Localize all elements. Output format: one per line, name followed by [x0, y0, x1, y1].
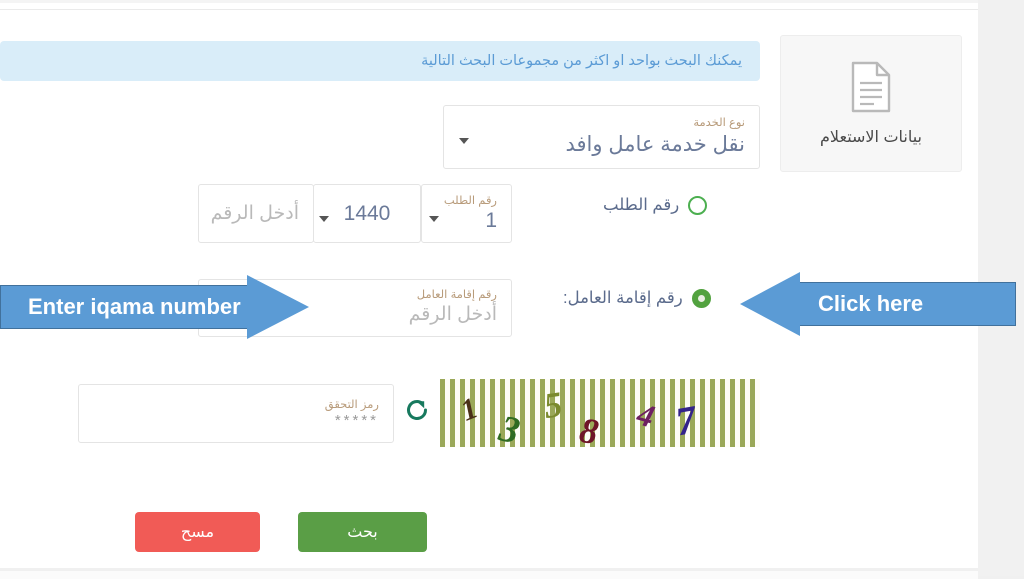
refresh-icon[interactable]	[402, 395, 432, 425]
captcha-digit: 5	[541, 383, 565, 427]
captcha-code-label: رمز التحقق	[324, 398, 379, 411]
captcha-digit: 3	[495, 407, 524, 447]
chevron-down-icon[interactable]	[319, 216, 329, 222]
request-number-sequence-value: 1	[485, 208, 497, 232]
search-hint-text: يمكنك البحث بواحد او اكثر من مجموعات الب…	[421, 53, 742, 69]
clear-button[interactable]: مسح	[135, 512, 260, 552]
captcha-code-input[interactable]: رمز التحقق *****	[78, 384, 394, 443]
chevron-down-icon[interactable]	[459, 138, 469, 144]
inquiry-data-tab-label: بيانات الاستعلام	[820, 128, 922, 146]
document-icon	[850, 61, 892, 113]
request-number-input[interactable]: أدخل الرقم	[198, 184, 314, 243]
captcha-digit: 8	[576, 409, 602, 447]
request-year-select[interactable]: 1440	[313, 184, 421, 243]
request-year-value: 1440	[343, 201, 391, 225]
request-number-input-placeholder: أدخل الرقم	[210, 202, 299, 224]
service-type-select[interactable]: نوع الخدمة نقل خدمة عامل وافد	[443, 105, 760, 169]
request-number-sequence-label: رقم الطلب	[443, 194, 497, 207]
captcha-digit: 4	[633, 395, 659, 435]
annotation-text-enter-iqama: Enter iqama number	[28, 294, 241, 319]
annotation-text-click-here: Click here	[818, 291, 924, 316]
annotation-arrow-click-here: Click here	[740, 272, 1024, 336]
radio-request-number[interactable]: رقم الطلب	[603, 195, 708, 215]
captcha-image: 135847	[440, 379, 760, 447]
search-button[interactable]: بحث	[298, 512, 427, 552]
chevron-down-icon[interactable]	[429, 216, 439, 222]
captcha-digit: 7	[672, 396, 700, 445]
radio-request-number-control[interactable]	[688, 195, 708, 215]
captcha-digit: 1	[456, 391, 483, 428]
radio-iqama-number-label: رقم إقامة العامل:	[563, 289, 683, 307]
radio-iqama-number-control[interactable]	[691, 288, 711, 308]
radio-request-number-label: رقم الطلب	[603, 196, 680, 214]
radio-iqama-number[interactable]: رقم إقامة العامل:	[563, 288, 711, 308]
footer-strip	[0, 571, 978, 579]
captcha-code-placeholder: *****	[334, 411, 379, 429]
inquiry-data-tab[interactable]: بيانات الاستعلام	[780, 35, 962, 172]
request-number-sequence-select[interactable]: رقم الطلب 1	[421, 184, 512, 243]
annotation-arrow-head-right-icon	[247, 275, 309, 339]
annotation-arrow-enter-iqama: Enter iqama number	[0, 275, 310, 339]
search-hint-banner: يمكنك البحث بواحد او اكثر من مجموعات الب…	[0, 41, 760, 81]
service-type-value: نقل خدمة عامل وافد	[565, 133, 745, 156]
service-type-label: نوع الخدمة	[693, 117, 745, 129]
top-divider	[0, 9, 978, 10]
